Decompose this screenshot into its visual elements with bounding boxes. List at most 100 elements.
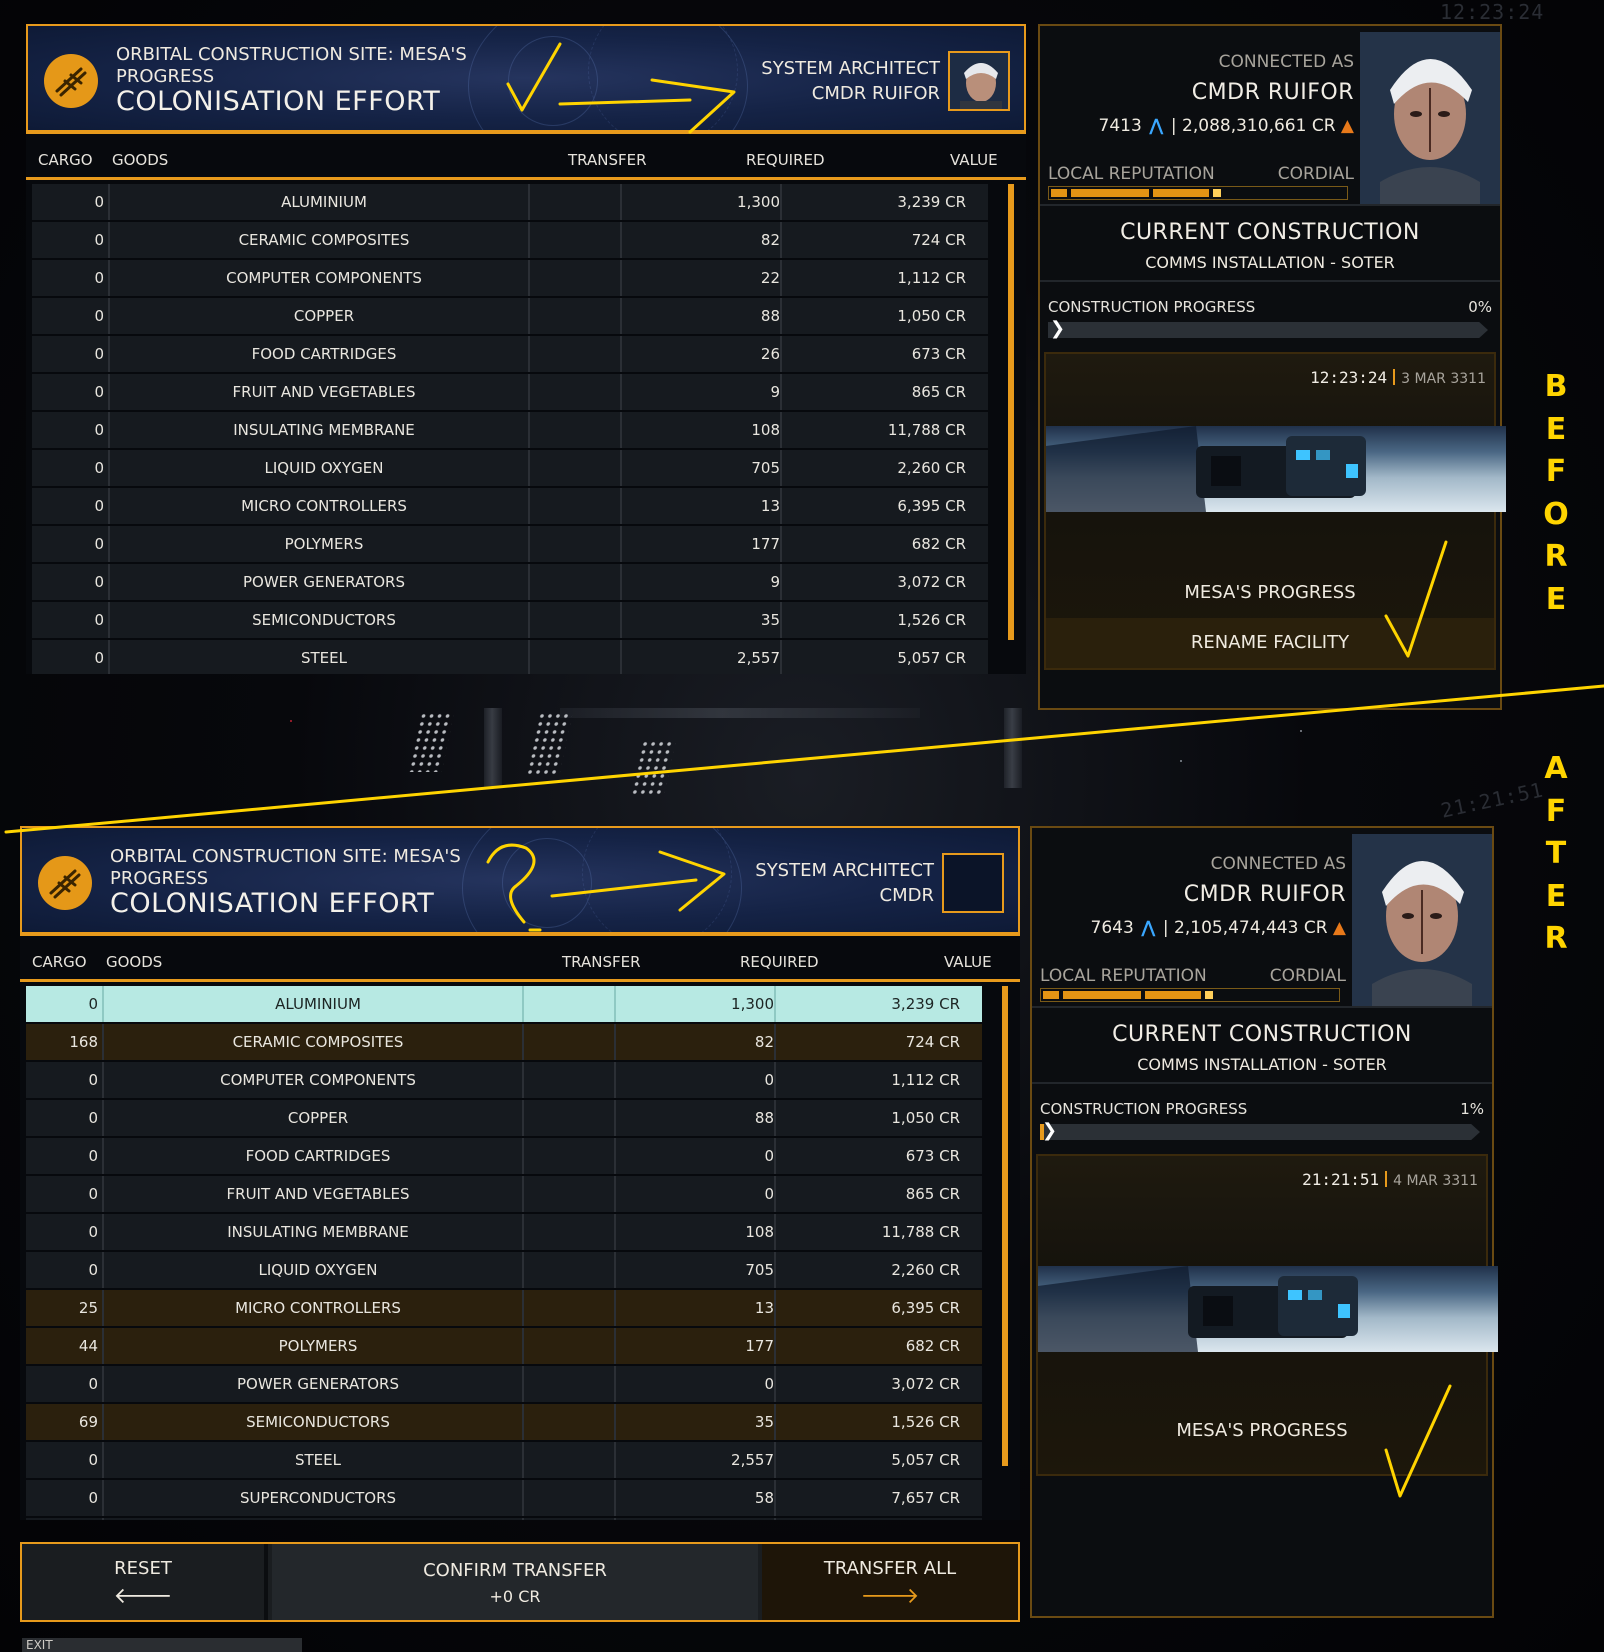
table-row[interactable]: 0 CERAMIC COMPOSITES 82 724 CR [32,222,988,258]
transfer-cell[interactable] [530,222,620,258]
col-cargo[interactable]: CARGO [32,953,87,971]
col-goods[interactable]: GOODS [106,953,162,971]
star [1180,760,1182,762]
col-required[interactable]: REQUIRED [740,953,819,971]
col-value[interactable]: VALUE [950,151,998,169]
value-cell: 1,112 CR [891,1071,960,1089]
transfer-cell[interactable] [530,184,620,220]
table-row[interactable]: 44 POLYMERS 177 682 CR [26,1328,982,1364]
transfer-cell[interactable] [530,564,620,600]
table-row[interactable]: 69 SEMICONDUCTORS 35 1,526 CR [26,1404,982,1440]
table-row[interactable]: 0 MICRO CONTROLLERS 13 6,395 CR [32,488,988,524]
transfer-cell[interactable] [530,526,620,562]
transfer-cell[interactable] [524,1252,614,1288]
goods-cell: POLYMERS [278,1337,358,1355]
table-row[interactable]: 0 STEEL 2,557 5,057 CR [32,640,988,674]
reputation-label: LOCAL REPUTATION [1048,164,1215,184]
transfer-cell[interactable] [530,336,620,372]
table-row[interactable]: 0 COMPUTER COMPONENTS 0 1,112 CR [26,1062,982,1098]
cargo-cell: 0 [88,995,98,1013]
table-row[interactable]: 0 POWER GENERATORS 9 3,072 CR [32,564,988,600]
transfer-cell[interactable] [524,1366,614,1402]
transfer-cell[interactable] [524,1100,614,1136]
table-row[interactable]: 0 LIQUID OXYGEN 705 2,260 CR [26,1252,982,1288]
goods-cell: COMPUTER COMPONENTS [220,1071,416,1089]
transfer-cell[interactable] [530,602,620,638]
transfer-cell[interactable] [530,450,620,486]
col-value[interactable]: VALUE [944,953,992,971]
transfer-cell[interactable] [524,986,614,1022]
table-row[interactable]: 0 POWER GENERATORS 0 3,072 CR [26,1366,982,1402]
value-cell: 5,057 CR [891,1451,960,1469]
table-row[interactable]: 25 MICRO CONTROLLERS 13 6,395 CR [26,1290,982,1326]
transfer-cell[interactable] [524,1404,614,1440]
transfer-cell[interactable] [524,1138,614,1174]
table-row[interactable]: 0 SUPERCONDUCTORS 58 7,657 CR [26,1480,982,1516]
transfer-cell[interactable] [524,1518,614,1520]
transfer-cell[interactable] [530,260,620,296]
transfer-cell[interactable] [524,1062,614,1098]
exit-button[interactable]: EXIT [22,1638,302,1652]
facility-image [1046,426,1506,512]
scrollbar[interactable] [1008,184,1014,640]
table-row[interactable]: 0 TITANIUM 1,565 5,360 CR [26,1518,982,1520]
transfer-cell[interactable] [530,412,620,448]
table-row[interactable]: 0 ALUMINIUM 1,300 3,239 CR [32,184,988,220]
table-row[interactable]: 0 FRUIT AND VEGETABLES 0 865 CR [26,1176,982,1212]
table-row[interactable]: 168 CERAMIC COMPOSITES 82 724 CR [26,1024,982,1060]
arrow-left-icon: 🡐 [113,1584,173,1609]
rename-facility-button[interactable]: RENAME FACILITY [1046,618,1494,668]
transfer-all-button[interactable]: TRANSFER ALL 🡒 [762,1544,1018,1620]
value-cell: 682 CR [911,535,966,553]
table-row[interactable]: 0 STEEL 2,557 5,057 CR [26,1442,982,1478]
transfer-cell[interactable] [530,374,620,410]
column-divider [102,1138,104,1174]
transfer-cell[interactable] [524,1176,614,1212]
column-divider [620,640,622,674]
chevron-right-icon: ❯ [1042,1120,1058,1141]
required-cell: 22 [760,269,780,287]
transfer-cell[interactable] [524,1290,614,1326]
column-divider [780,488,782,524]
confirm-transfer-button[interactable]: CONFIRM TRANSFER +0 CR [272,1544,758,1620]
table-row[interactable]: 0 LIQUID OXYGEN 705 2,260 CR [32,450,988,486]
table-row[interactable]: 0 COPPER 88 1,050 CR [32,298,988,334]
value-cell: 865 CR [905,1185,960,1203]
column-divider [102,1442,104,1478]
confirm-credits: +0 CR [489,1587,541,1606]
table-row[interactable]: 0 ALUMINIUM 1,300 3,239 CR [26,986,982,1022]
column-divider [108,298,110,334]
col-transfer[interactable]: TRANSFER [562,953,641,971]
table-row[interactable]: 0 FOOD CARTRIDGES 26 673 CR [32,336,988,372]
table-row[interactable]: 0 POLYMERS 177 682 CR [32,526,988,562]
table-row[interactable]: 0 COPPER 88 1,050 CR [26,1100,982,1136]
table-row[interactable]: 0 INSULATING MEMBRANE 108 11,788 CR [32,412,988,448]
reputation-segment [1063,991,1141,999]
transfer-cell[interactable] [524,1328,614,1364]
transfer-cell[interactable] [524,1024,614,1060]
table-row[interactable]: 0 COMPUTER COMPONENTS 22 1,112 CR [32,260,988,296]
table-row[interactable]: 0 FOOD CARTRIDGES 0 673 CR [26,1138,982,1174]
column-divider [108,602,110,638]
transfer-cell[interactable] [530,298,620,334]
transfer-cell[interactable] [530,640,620,674]
table-row[interactable]: 0 FRUIT AND VEGETABLES 9 865 CR [32,374,988,410]
transfer-cell[interactable] [524,1214,614,1250]
reset-button[interactable]: RESET 🡐 [22,1544,268,1620]
transfer-cell[interactable] [530,488,620,524]
table-row[interactable]: 0 INSULATING MEMBRANE 108 11,788 CR [26,1214,982,1250]
col-cargo[interactable]: CARGO [38,151,93,169]
scrollbar[interactable] [1002,986,1008,1466]
goods-cell: STEEL [301,649,347,667]
transfer-cell[interactable] [524,1442,614,1478]
transfer-cell[interactable] [524,1480,614,1516]
value-cell: 673 CR [911,345,966,363]
architect-label: SYSTEM ARCHITECT [755,860,934,881]
table-row[interactable]: 0 SEMICONDUCTORS 35 1,526 CR [32,602,988,638]
col-required[interactable]: REQUIRED [746,151,825,169]
column-divider [102,1100,104,1136]
required-cell: 1,300 [731,995,774,1013]
goods-cell: STEEL [295,1451,341,1469]
col-transfer[interactable]: TRANSFER [568,151,647,169]
col-goods[interactable]: GOODS [112,151,168,169]
